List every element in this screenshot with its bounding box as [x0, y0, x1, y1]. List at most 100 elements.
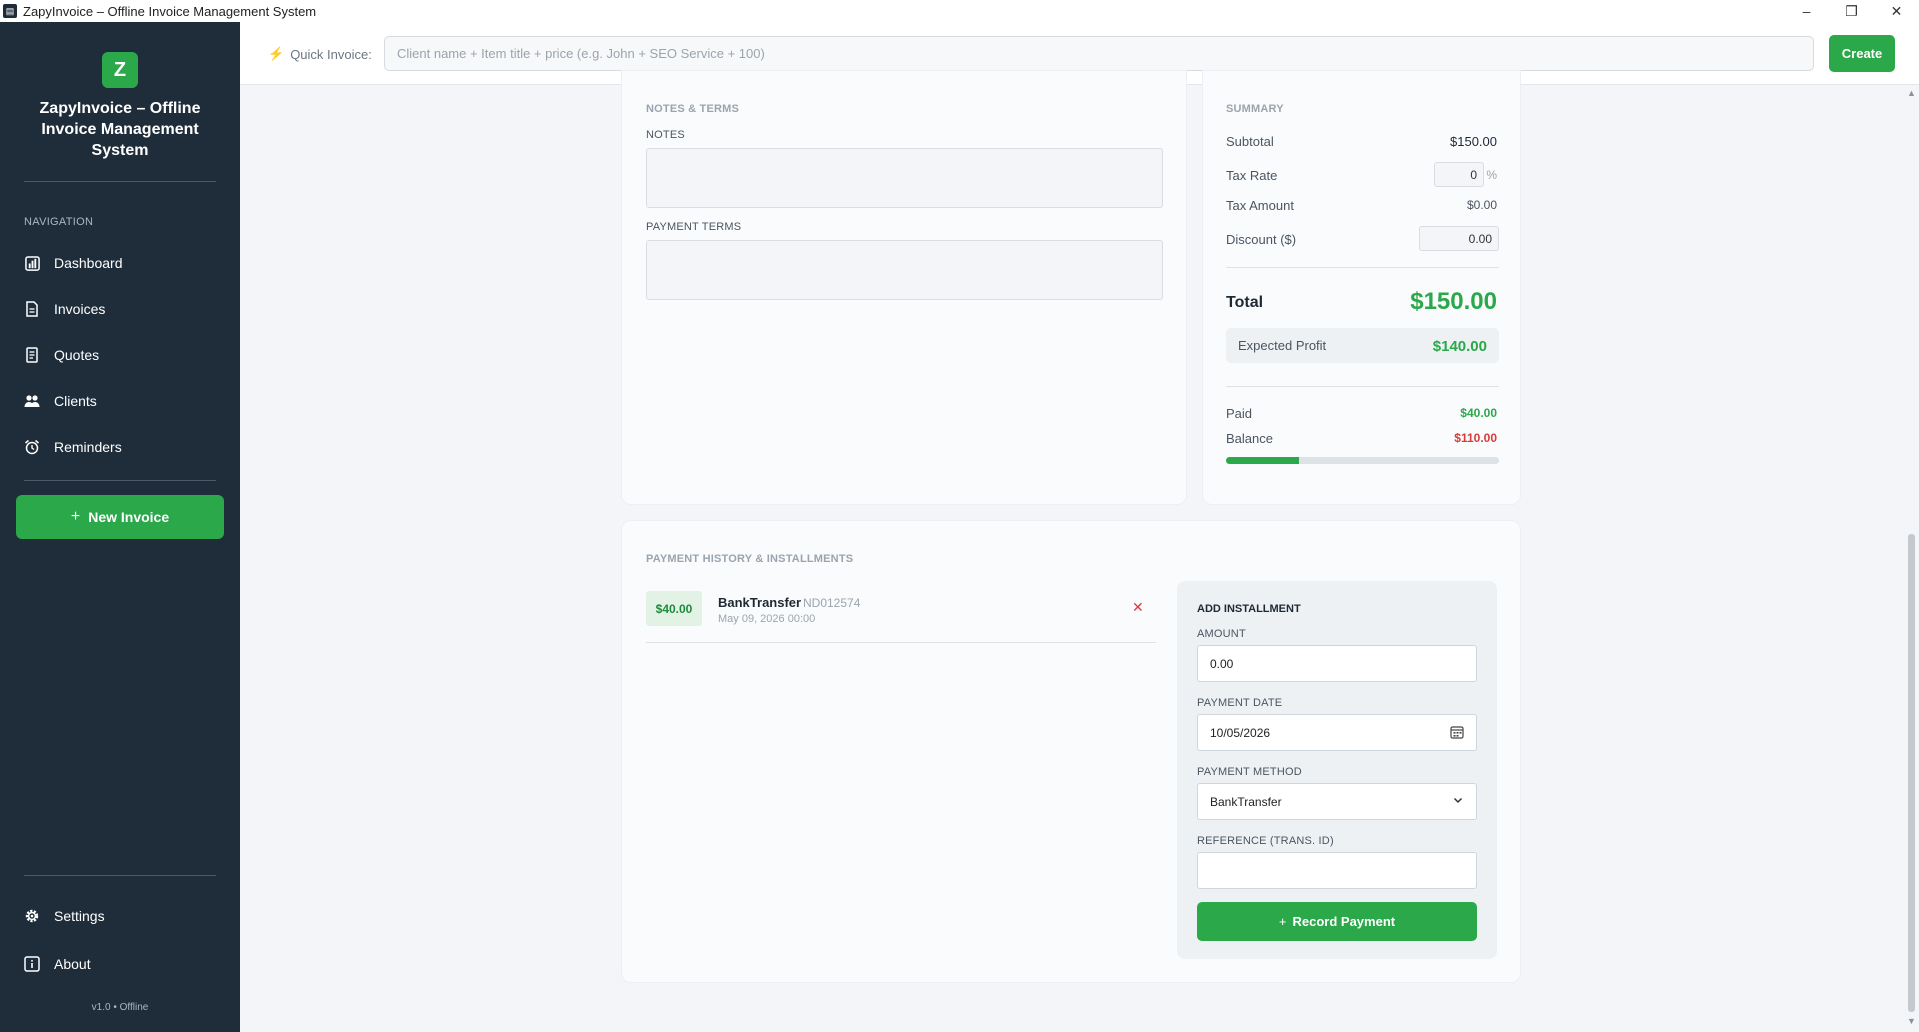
balance-value: $110.00	[1454, 431, 1497, 445]
payment-date-value: 10/05/2026	[1210, 725, 1271, 740]
expected-profit-label: Expected Profit	[1238, 338, 1327, 353]
sidebar-item-reminders[interactable]: Reminders	[24, 432, 224, 462]
summary-card: SUMMARY Subtotal $150.00 Tax Rate 0 % Ta…	[1202, 70, 1521, 505]
scroll-thumb[interactable]	[1908, 534, 1915, 1012]
quick-invoice-label: Quick Invoice:	[290, 46, 372, 62]
payment-history-title: PAYMENT HISTORY & INSTALLMENTS	[646, 553, 854, 565]
record-payment-label: Record Payment	[1292, 914, 1396, 929]
notes-textarea[interactable]	[646, 148, 1163, 208]
chevron-down-icon	[1452, 794, 1464, 809]
sidebar-item-label: About	[54, 956, 91, 972]
window-title: ZapyInvoice – Offline Invoice Management…	[23, 3, 317, 19]
payment-method-text: BankTransfer	[718, 595, 802, 610]
paid-label: Paid	[1226, 406, 1253, 421]
window-controls: – ❐ ✕	[1784, 0, 1919, 22]
create-button[interactable]: Create	[1829, 35, 1895, 72]
payment-reference-text: ND012574	[803, 596, 861, 610]
payment-terms-textarea[interactable]	[646, 240, 1163, 300]
quote-icon	[24, 347, 40, 363]
document-icon	[24, 301, 40, 317]
minimize-button[interactable]: –	[1784, 0, 1829, 22]
new-invoice-button[interactable]: + New Invoice	[16, 495, 224, 539]
tax-amount-label: Tax Amount	[1226, 198, 1294, 213]
reference-label: REFERENCE (TRANS. ID)	[1197, 835, 1334, 847]
payment-date-label: PAYMENT DATE	[1197, 697, 1283, 709]
quick-invoice-label-wrap: ⚡ Quick Invoice:	[268, 46, 372, 62]
maximize-button[interactable]: ❐	[1829, 0, 1874, 22]
invoice-icon: ▤	[3, 4, 17, 18]
users-icon	[24, 393, 40, 409]
tax-rate-label: Tax Rate	[1226, 168, 1278, 183]
plus-icon: +	[70, 508, 81, 525]
balance-label: Balance	[1226, 431, 1273, 446]
scroll-up-icon[interactable]: ▲	[1907, 88, 1916, 98]
expected-profit-value: $140.00	[1432, 338, 1487, 355]
main-scrollbar[interactable]: ▲ ▼	[1904, 86, 1919, 1032]
sidebar-divider	[24, 480, 216, 481]
quick-invoice-input[interactable]	[384, 36, 1814, 71]
tax-rate-input[interactable]: 0	[1434, 162, 1484, 187]
plus-icon: +	[1278, 914, 1287, 929]
notes-label: NOTES	[646, 129, 685, 141]
amount-input[interactable]: 0.00	[1197, 645, 1477, 682]
notes-terms-card: NOTES & TERMS NOTES PAYMENT TERMS	[621, 70, 1187, 505]
sidebar-item-label: Dashboard	[54, 255, 123, 271]
sidebar-item-quotes[interactable]: Quotes	[24, 340, 224, 370]
sidebar-item-label: Invoices	[54, 301, 106, 317]
sidebar-item-settings[interactable]: Settings	[24, 901, 224, 931]
add-installment-panel: ADD INSTALLMENT AMOUNT 0.00 PAYMENT DATE…	[1177, 581, 1497, 959]
notes-terms-title: NOTES & TERMS	[646, 103, 740, 115]
payment-history-card: PAYMENT HISTORY & INSTALLMENTS $40.00 Ba…	[621, 520, 1521, 983]
add-installment-title: ADD INSTALLMENT	[1197, 603, 1301, 615]
payment-amount-badge: $40.00	[646, 591, 702, 626]
app-version: v1.0 • Offline	[91, 1002, 149, 1013]
discount-input[interactable]: 0.00	[1419, 226, 1499, 251]
sidebar-item-about[interactable]: About	[24, 949, 224, 979]
sidebar-item-invoices[interactable]: Invoices	[24, 294, 224, 324]
info-icon	[24, 956, 40, 972]
app-logo: Z	[102, 52, 138, 88]
payment-date-input[interactable]: 10/05/2026	[1197, 714, 1477, 751]
tax-rate-unit: %	[1486, 168, 1497, 182]
calendar-icon[interactable]	[1450, 725, 1464, 742]
sidebar-divider	[24, 875, 216, 876]
delete-payment-icon[interactable]: ✕	[1132, 599, 1144, 616]
lightning-icon: ⚡	[268, 46, 285, 61]
payment-method-label: PAYMENT METHOD	[1197, 766, 1302, 778]
sidebar-item-dashboard[interactable]: Dashboard	[24, 248, 224, 278]
sidebar-item-label: Reminders	[54, 439, 122, 455]
discount-label: Discount ($)	[1226, 232, 1297, 247]
expected-profit-box: Expected Profit $140.00	[1226, 328, 1499, 363]
gear-icon	[24, 908, 40, 924]
payment-progress-bar	[1226, 457, 1499, 464]
close-button[interactable]: ✕	[1874, 0, 1919, 22]
chart-icon	[24, 255, 40, 271]
sidebar-item-label: Settings	[54, 908, 105, 924]
sidebar-divider	[24, 181, 216, 182]
subtotal-value: $150.00	[1450, 134, 1497, 149]
payment-progress-fill	[1226, 457, 1299, 464]
payment-history-row: $40.00 BankTransfer ND012574 May 09, 202…	[646, 591, 1156, 643]
nav-heading: NAVIGATION	[24, 216, 94, 228]
record-payment-button[interactable]: + Record Payment	[1197, 902, 1477, 941]
paid-value: $40.00	[1460, 406, 1497, 420]
subtotal-label: Subtotal	[1226, 134, 1274, 149]
summary-title: SUMMARY	[1226, 103, 1284, 115]
tax-amount-value: $0.00	[1466, 198, 1497, 212]
total-value: $150.00	[1410, 288, 1497, 315]
payment-method-value: BankTransfer	[1210, 794, 1282, 809]
total-label: Total	[1226, 294, 1264, 311]
sidebar-item-clients[interactable]: Clients	[24, 386, 224, 416]
amount-label: AMOUNT	[1197, 628, 1246, 640]
sidebar-item-label: Quotes	[54, 347, 100, 363]
summary-divider	[1226, 386, 1499, 387]
app-name: ZapyInvoice – Offline Invoice Management…	[39, 100, 201, 159]
scroll-down-icon[interactable]: ▼	[1907, 1016, 1916, 1026]
window-titlebar: ▤ ZapyInvoice – Offline Invoice Manageme…	[0, 0, 1919, 22]
sidebar: Z ZapyInvoice – Offline Invoice Manageme…	[0, 22, 240, 1032]
payment-method-select[interactable]: BankTransfer	[1197, 783, 1477, 820]
reference-input[interactable]	[1197, 852, 1477, 889]
summary-divider	[1226, 267, 1499, 268]
sidebar-item-label: Clients	[54, 393, 97, 409]
payment-date-text: May 09, 2026 00:00	[718, 613, 816, 625]
